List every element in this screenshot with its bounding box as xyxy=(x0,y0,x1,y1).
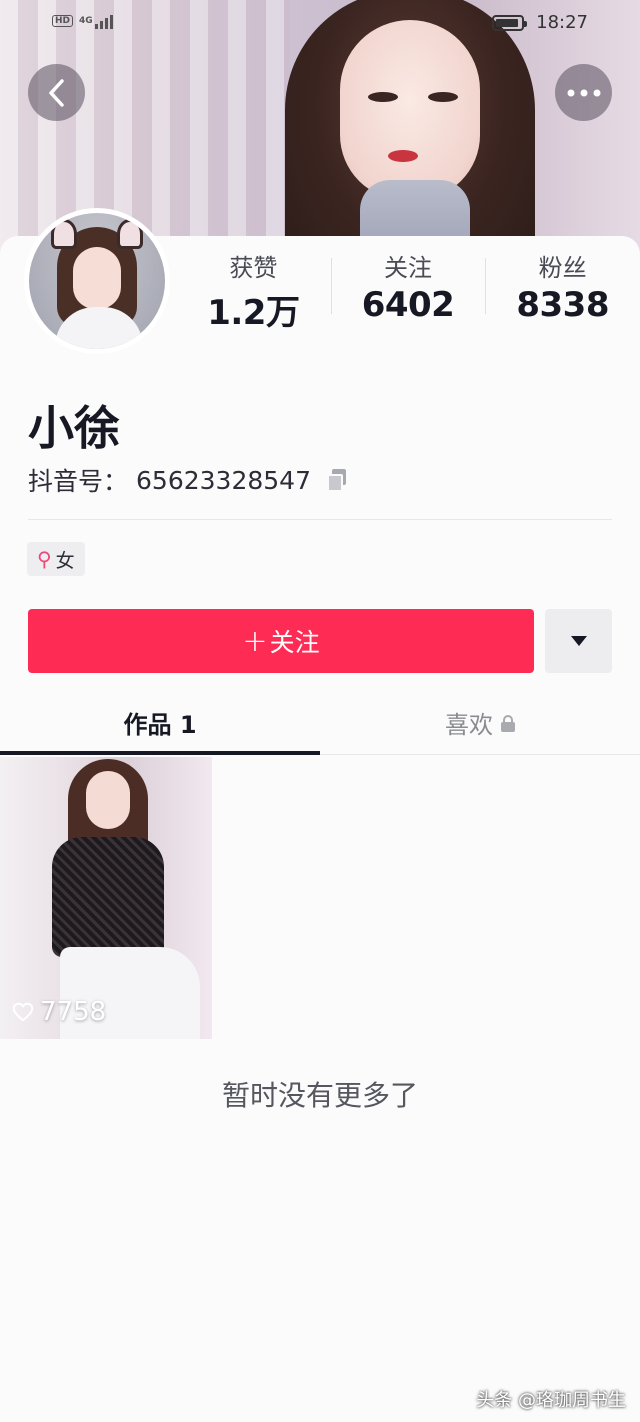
cover-person-face xyxy=(340,20,480,200)
heart-icon xyxy=(12,1002,34,1022)
follow-button[interactable]: + 关注 xyxy=(28,609,534,673)
female-icon: ⚲ xyxy=(37,547,52,571)
avatar-ear-right xyxy=(117,219,143,249)
avatar-ear-left xyxy=(51,219,77,249)
back-button[interactable] xyxy=(28,64,85,121)
plus-icon: + xyxy=(242,623,268,659)
stat-label: 获赞 xyxy=(229,254,278,282)
stat-label: 关注 xyxy=(384,254,432,282)
status-left: HD 4G xyxy=(52,13,113,29)
profile-stats: 获赞 1.2万 关注 6402 粉丝 8338 xyxy=(176,248,640,333)
avatar[interactable] xyxy=(24,208,170,354)
gender-tag: ⚲ 女 xyxy=(27,542,85,576)
stat-likes[interactable]: 获赞 1.2万 xyxy=(176,248,331,333)
stat-label: 粉丝 xyxy=(538,254,587,282)
hd-badge: HD xyxy=(52,15,74,27)
thumb-lace-top xyxy=(52,837,164,957)
avatar-image xyxy=(29,213,165,349)
signal-icon xyxy=(94,13,113,29)
stat-value: 6402 xyxy=(361,285,455,325)
tab-works[interactable]: 作品 1 xyxy=(0,690,320,755)
divider xyxy=(28,519,612,520)
tab-likes[interactable]: 喜欢 xyxy=(320,690,640,754)
stat-value: 1.2万 xyxy=(207,293,300,333)
battery-level xyxy=(496,18,518,27)
video-thumbnail[interactable]: 7758 xyxy=(0,757,212,1039)
recommend-dropdown-button[interactable] xyxy=(545,609,612,673)
cover-eye-right xyxy=(428,92,458,102)
network-type: 4G xyxy=(79,16,93,26)
video-like-count: 7758 xyxy=(12,997,106,1027)
chevron-left-icon xyxy=(48,78,64,107)
content-tabs: 作品 1 喜欢 xyxy=(0,690,640,755)
tab-label: 作品 1 xyxy=(123,710,197,739)
more-button[interactable] xyxy=(555,64,612,121)
id-value: 65623328547 xyxy=(136,465,311,495)
follow-label: 关注 xyxy=(269,628,320,657)
cover-lips xyxy=(388,150,418,162)
profile-id-row: 抖音号： 65623328547 xyxy=(28,462,347,498)
status-time: 18:27 xyxy=(536,12,588,33)
caret-down-icon xyxy=(570,636,587,646)
watermark: 头条 @珞珈周书生 xyxy=(476,1390,626,1411)
battery-icon xyxy=(492,14,528,31)
avatar-face xyxy=(73,247,121,309)
stat-value: 8338 xyxy=(516,285,609,325)
lock-icon xyxy=(501,715,515,732)
id-label: 抖音号： xyxy=(28,467,129,496)
more-dots-icon xyxy=(567,89,600,96)
thumb-face xyxy=(86,771,130,829)
tab-label: 喜欢 xyxy=(445,710,493,739)
stat-following[interactable]: 关注 6402 xyxy=(330,248,486,328)
status-right: 18:27 xyxy=(492,12,588,33)
stat-followers[interactable]: 粉丝 8338 xyxy=(485,248,640,328)
copy-icon[interactable] xyxy=(325,469,347,492)
like-count: 7758 xyxy=(40,997,107,1027)
gender-label: 女 xyxy=(55,549,75,572)
profile-name: 小徐 xyxy=(28,401,120,455)
status-bar: HD 4G 18:27 xyxy=(0,0,640,46)
no-more-content-note: 暂时没有更多了 xyxy=(221,1079,418,1112)
cover-eye-left xyxy=(368,92,398,102)
